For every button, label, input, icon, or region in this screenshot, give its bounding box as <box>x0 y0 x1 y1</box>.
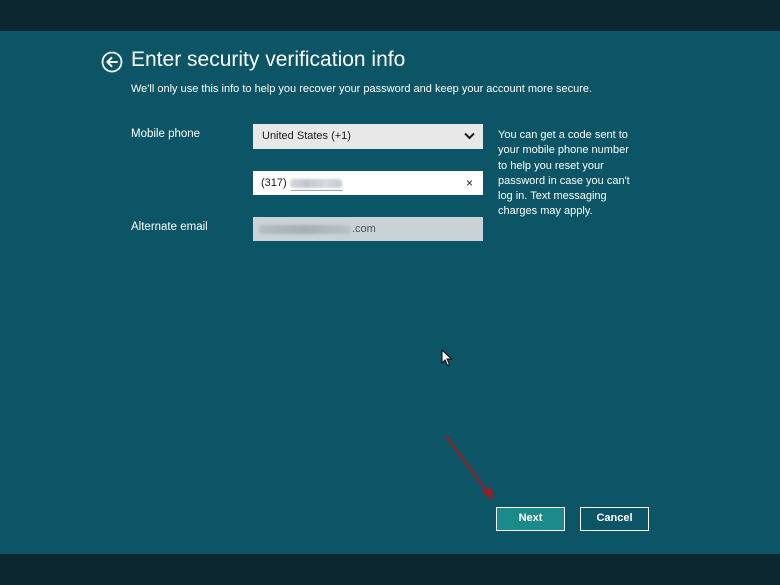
red-annotation-arrow <box>445 435 493 500</box>
alternate-email-label: Alternate email <box>131 221 208 233</box>
country-code-select[interactable]: United States (+1) <box>253 124 483 149</box>
country-code-value: United States (+1) <box>262 130 351 142</box>
cancel-button[interactable]: Cancel <box>580 507 649 531</box>
spellcheck-underline <box>291 190 343 191</box>
mobile-phone-label: Mobile phone <box>131 128 201 140</box>
next-button[interactable]: Next <box>496 507 565 531</box>
email-suffix: .com <box>352 223 376 235</box>
mouse-pointer-icon <box>441 349 453 367</box>
back-arrow-icon <box>101 51 123 73</box>
page-title: Enter security verification info <box>131 48 406 71</box>
page-subtitle: We'll only use this info to help you rec… <box>131 83 593 95</box>
clear-phone-button[interactable]: × <box>466 171 473 195</box>
phone-number-input[interactable]: (317) × <box>253 171 483 195</box>
bottom-band <box>0 554 780 585</box>
redacted-phone-digits <box>289 178 342 188</box>
redacted-email-user <box>259 224 351 234</box>
back-button[interactable] <box>101 51 123 73</box>
help-text: You can get a code sent to your mobile p… <box>498 129 630 218</box>
phone-prefix: (317) <box>261 177 287 189</box>
chevron-down-icon <box>464 132 475 140</box>
alternate-email-input[interactable]: .com <box>253 217 483 241</box>
top-band <box>0 0 780 31</box>
